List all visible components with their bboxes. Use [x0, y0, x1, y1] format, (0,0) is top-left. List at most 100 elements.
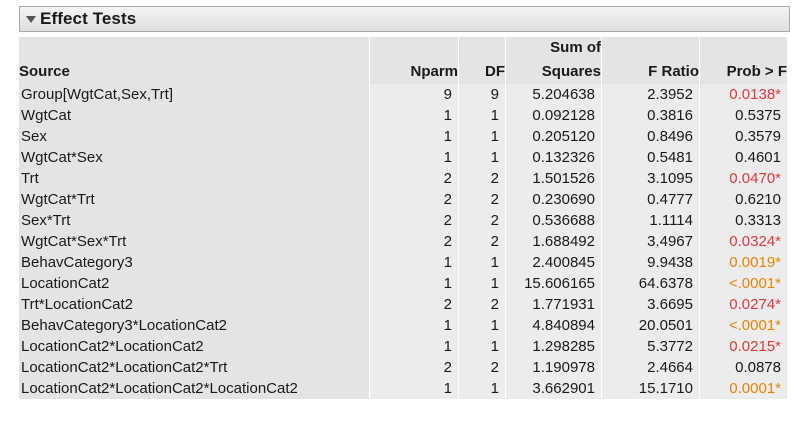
prob-cell: 0.0001*: [699, 378, 787, 399]
effect-tests-header[interactable]: Effect Tests: [19, 6, 790, 32]
f-ratio-cell: 0.8496: [601, 126, 699, 147]
df-cell: 1: [458, 273, 505, 294]
prob-cell: 0.0878: [699, 357, 787, 378]
table-row: BehavCategory3*LocationCat2 1 1 4.840894 20.…: [19, 315, 787, 336]
prob-cell: 0.6210: [699, 189, 787, 210]
sum-squares-cell: 0.205120: [505, 126, 601, 147]
sum-squares-cell: 0.132326: [505, 147, 601, 168]
sum-squares-cell: 0.536688: [505, 210, 601, 231]
f-ratio-cell: 3.6695: [601, 294, 699, 315]
prob-cell: <.0001*: [699, 315, 787, 336]
sum-squares-cell: 4.840894: [505, 315, 601, 336]
nparm-cell: 2: [369, 168, 458, 189]
sum-squares-column-header[interactable]: Squares: [505, 58, 601, 84]
nparm-cell: 2: [369, 231, 458, 252]
sum-squares-cell: 5.204638: [505, 84, 601, 105]
nparm-cell: 1: [369, 105, 458, 126]
table-row: LocationCat2*LocationCat2 1 1 1.298285 5.377…: [19, 336, 787, 357]
source-cell: Trt*LocationCat2: [19, 294, 369, 315]
source-cell: BehavCategory3*LocationCat2: [19, 315, 369, 336]
table-row: Trt 2 2 1.501526 3.1095 0.0470*: [19, 168, 787, 189]
source-cell: LocationCat2*LocationCat2*LocationCat2: [19, 378, 369, 399]
df-cell: 1: [458, 147, 505, 168]
nparm-column-header[interactable]: Nparm: [369, 58, 458, 84]
source-column-header[interactable]: Source: [19, 58, 369, 84]
prob-cell: <.0001*: [699, 273, 787, 294]
df-cell: 2: [458, 210, 505, 231]
sum-squares-cell: 1.771931: [505, 294, 601, 315]
source-cell: WgtCat: [19, 105, 369, 126]
table-row: WgtCat 1 1 0.092128 0.3816 0.5375: [19, 105, 787, 126]
f-ratio-cell: 3.4967: [601, 231, 699, 252]
table-row: Trt*LocationCat2 2 2 1.771931 3.6695 0.0274*: [19, 294, 787, 315]
table-row: LocationCat2 1 1 15.606165 64.6378 <.0001*: [19, 273, 787, 294]
table-row: Group[WgtCat,Sex,Trt] 9 9 5.204638 2.3952 0.0…: [19, 84, 787, 105]
prob-cell: 0.5375: [699, 105, 787, 126]
sum-squares-cell: 0.230690: [505, 189, 601, 210]
prob-cell: 0.3579: [699, 126, 787, 147]
table-row: WgtCat*Sex*Trt 2 2 1.688492 3.4967 0.0324*: [19, 231, 787, 252]
prob-column-header[interactable]: Prob > F: [699, 58, 787, 84]
f-ratio-cell: 2.4664: [601, 357, 699, 378]
table-row: Sex 1 1 0.205120 0.8496 0.3579: [19, 126, 787, 147]
disclosure-triangle-icon[interactable]: [26, 15, 36, 23]
f-ratio-cell: 3.1095: [601, 168, 699, 189]
nparm-cell: 1: [369, 147, 458, 168]
df-column-header[interactable]: DF: [458, 58, 505, 84]
f-ratio-cell: 9.9438: [601, 252, 699, 273]
nparm-cell: 1: [369, 378, 458, 399]
table-row: LocationCat2*LocationCat2*Trt 2 2 1.190978 2…: [19, 357, 787, 378]
prob-cell: 0.0138*: [699, 84, 787, 105]
sum-squares-cell: 15.606165: [505, 273, 601, 294]
header-spacer: [458, 37, 505, 58]
source-cell: Trt: [19, 168, 369, 189]
f-ratio-cell: 0.3816: [601, 105, 699, 126]
table-row: BehavCategory3 1 1 2.400845 9.9438 0.0019*: [19, 252, 787, 273]
df-cell: 1: [458, 126, 505, 147]
f-ratio-cell: 15.1710: [601, 378, 699, 399]
table-row: LocationCat2*LocationCat2*LocationCat2 1 1…: [19, 378, 787, 399]
nparm-cell: 1: [369, 126, 458, 147]
df-cell: 2: [458, 294, 505, 315]
prob-cell: 0.4601: [699, 147, 787, 168]
df-cell: 9: [458, 84, 505, 105]
df-cell: 1: [458, 315, 505, 336]
df-cell: 2: [458, 357, 505, 378]
effect-tests-panel: Effect Tests Sum of Source Nparm DF Squa…: [19, 6, 790, 399]
table-row: WgtCat*Sex 1 1 0.132326 0.5481 0.4601: [19, 147, 787, 168]
f-ratio-cell: 0.4777: [601, 189, 699, 210]
nparm-cell: 2: [369, 210, 458, 231]
source-cell: LocationCat2: [19, 273, 369, 294]
sum-squares-header-line1: Sum of: [505, 37, 601, 58]
df-cell: 2: [458, 231, 505, 252]
source-cell: LocationCat2*LocationCat2: [19, 336, 369, 357]
df-cell: 2: [458, 168, 505, 189]
sum-squares-cell: 2.400845: [505, 252, 601, 273]
prob-cell: 0.0274*: [699, 294, 787, 315]
source-cell: Sex*Trt: [19, 210, 369, 231]
sum-squares-cell: 1.298285: [505, 336, 601, 357]
header-spacer: [601, 37, 699, 58]
nparm-cell: 1: [369, 315, 458, 336]
source-cell: LocationCat2*LocationCat2*Trt: [19, 357, 369, 378]
prob-cell: 0.0215*: [699, 336, 787, 357]
source-cell: WgtCat*Trt: [19, 189, 369, 210]
df-cell: 2: [458, 189, 505, 210]
nparm-cell: 1: [369, 252, 458, 273]
f-ratio-cell: 64.6378: [601, 273, 699, 294]
nparm-cell: 1: [369, 336, 458, 357]
nparm-cell: 2: [369, 357, 458, 378]
df-cell: 1: [458, 336, 505, 357]
sum-squares-cell: 1.688492: [505, 231, 601, 252]
sum-squares-cell: 3.662901: [505, 378, 601, 399]
header-spacer: [19, 37, 369, 58]
sum-squares-cell: 1.190978: [505, 357, 601, 378]
nparm-cell: 2: [369, 189, 458, 210]
f-ratio-column-header[interactable]: F Ratio: [601, 58, 699, 84]
source-cell: Sex: [19, 126, 369, 147]
df-cell: 1: [458, 105, 505, 126]
prob-cell: 0.0470*: [699, 168, 787, 189]
prob-cell: 0.0019*: [699, 252, 787, 273]
header-spacer: [369, 37, 458, 58]
effect-tests-table: Sum of Source Nparm DF Squares F Ratio P…: [19, 37, 787, 399]
